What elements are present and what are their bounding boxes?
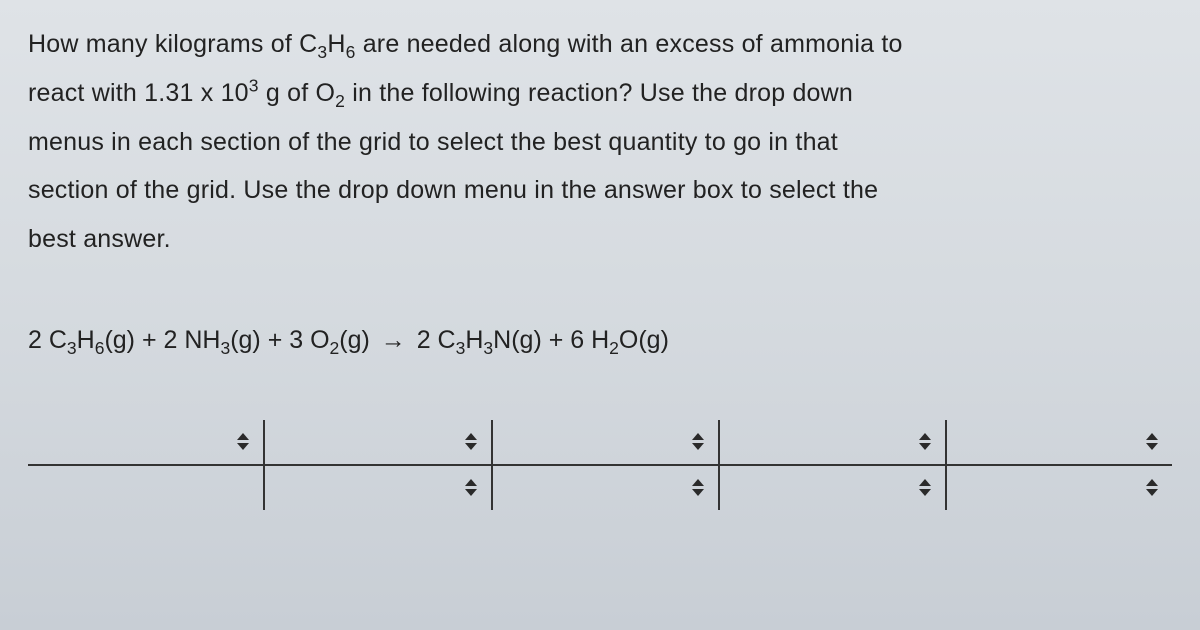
arrow-icon: → (377, 326, 410, 355)
dropdown-stepper[interactable] (465, 433, 477, 450)
dropdown-stepper[interactable] (692, 433, 704, 450)
dropdown-stepper[interactable] (1146, 433, 1158, 450)
grid-cell-bottom-1 (28, 466, 263, 510)
dropdown-stepper[interactable] (1146, 479, 1158, 496)
grid-cell-bottom-5 (947, 466, 1172, 510)
grid-cell-top-4 (720, 420, 945, 464)
dropdown-stepper[interactable] (465, 479, 477, 496)
dropdown-stepper[interactable] (237, 433, 249, 450)
dropdown-stepper[interactable] (919, 433, 931, 450)
conversion-grid (28, 420, 1172, 510)
grid-cell-top-3 (493, 420, 718, 464)
grid-cell-bottom-2 (265, 466, 490, 510)
chemical-equation: 2 C3H6(g) + 2 NH3(g) + 3 O2(g) → 2 C3H3N… (28, 326, 1172, 355)
grid-cell-top-5 (947, 420, 1172, 464)
grid-cell-bottom-4 (720, 466, 945, 510)
question-text: How many kilograms of C3H6 are needed al… (28, 20, 1172, 264)
dropdown-stepper[interactable] (919, 479, 931, 496)
dropdown-stepper[interactable] (692, 479, 704, 496)
grid-cell-bottom-3 (493, 466, 718, 510)
grid-cell-top-1 (28, 420, 263, 464)
grid-cell-top-2 (265, 420, 490, 464)
